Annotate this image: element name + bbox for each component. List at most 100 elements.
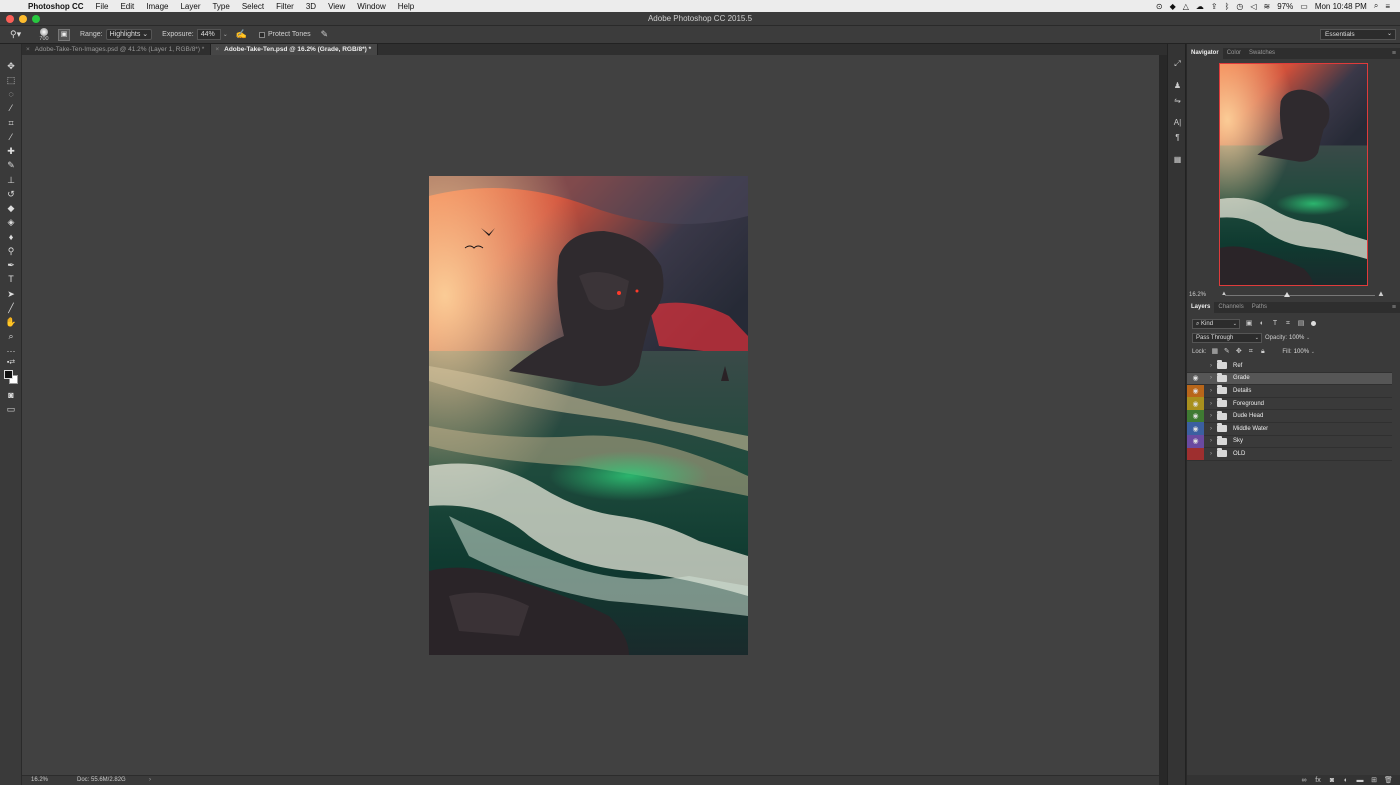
screen-mode-icon[interactable]: ▭ [3,403,19,415]
visibility-toggle[interactable] [1187,360,1204,373]
foreground-color-swatch[interactable] [4,370,13,379]
layer-row-details[interactable]: ◉ › Details [1187,384,1392,398]
close-tab-icon[interactable]: × [26,46,30,53]
lock-image-icon[interactable]: ✎ [1223,348,1230,355]
history-panel-icon[interactable]: ⤢ [1171,58,1184,70]
navigator-thumbnail[interactable] [1219,63,1368,286]
panel-menu-icon[interactable]: ≡ [1392,50,1396,57]
lock-position-icon[interactable]: ✥ [1235,348,1242,355]
fill-chevron-icon[interactable]: ⌄ [1311,349,1315,355]
protect-tones-checkbox[interactable]: Protect Tones [258,31,311,38]
layer-row-ref[interactable]: › Ref [1187,360,1392,373]
brush-panel-toggle-icon[interactable]: ▣ [58,28,70,41]
dropbox-icon[interactable]: ◆ [1170,2,1176,11]
clock[interactable]: Mon 10:48 PM [1315,2,1367,11]
layer-row-old[interactable]: › OLD [1187,447,1392,461]
navigator-zoom-slider[interactable] [1225,295,1375,296]
filter-type-icon[interactable]: T [1271,320,1279,328]
history-brush-tool-icon[interactable]: ↺ [3,188,19,200]
volume-icon[interactable]: ◁ [1250,2,1256,11]
menu-window[interactable]: Window [351,2,391,11]
navigator-zoom-value[interactable]: 16.2% [1189,292,1206,298]
expand-group-chevron-icon[interactable]: › [1207,363,1215,369]
expand-group-chevron-icon[interactable]: › [1207,375,1215,381]
quick-mask-icon[interactable]: ◙ [3,389,19,401]
panel-menu-icon[interactable]: ≡ [1392,304,1396,311]
dodge-tool-preset-icon[interactable]: ⚲▾ [10,29,32,40]
character-panel-icon[interactable]: A| [1171,117,1184,129]
lasso-tool-icon[interactable]: ◌ [3,88,19,100]
expand-group-chevron-icon[interactable]: › [1207,438,1215,444]
add-mask-icon[interactable]: ◙ [1328,777,1336,784]
status-menu-arrow[interactable]: › [149,776,151,785]
filter-toggle-icon[interactable] [1311,321,1316,326]
blur-tool-icon[interactable]: ♦ [3,231,19,243]
new-adjustment-layer-icon[interactable]: ◐ [1342,777,1350,784]
tab-document-2[interactable]: × Adobe-Take-Ten.psd @ 16.2% (Grade, RGB… [211,44,379,55]
document-size[interactable]: Doc: 55.6M/2.82G [77,776,126,785]
menu-layer[interactable]: Layer [174,2,206,11]
menu-file[interactable]: File [90,2,115,11]
menu-view[interactable]: View [322,2,351,11]
link-layers-icon[interactable]: ∞ [1300,777,1308,784]
new-layer-icon[interactable]: ⊞ [1370,776,1378,784]
actions-panel-icon[interactable]: ♟ [1171,80,1184,92]
tablet-pressure-icon[interactable]: ✎ [321,29,329,40]
zoom-in-icon[interactable]: ▲ [1377,289,1385,298]
share-icon[interactable]: ⇪ [1211,2,1218,11]
lock-transparent-icon[interactable]: ▦ [1211,348,1219,355]
more-tools-icon[interactable]: ··· [3,345,19,357]
menu-help[interactable]: Help [392,2,420,11]
menu-filter[interactable]: Filter [270,2,300,11]
tab-channels[interactable]: Channels [1214,302,1247,313]
bluetooth-icon[interactable]: ᛒ [1225,2,1230,11]
expand-group-chevron-icon[interactable]: › [1207,401,1215,407]
spotlight-icon[interactable]: ⌕ [1374,1,1378,11]
menu-type[interactable]: Type [206,2,235,11]
expand-group-chevron-icon[interactable]: › [1207,451,1215,457]
move-tool-icon[interactable]: ✥ [3,60,19,72]
zoom-out-icon[interactable]: ▲ [1221,291,1227,297]
hand-tool-icon[interactable]: ✋ [3,316,19,328]
clone-stamp-tool-icon[interactable]: ⊥ [3,174,19,186]
brush-tool-icon[interactable]: ✎ [3,159,19,171]
menu-3d[interactable]: 3D [300,2,322,11]
expand-group-chevron-icon[interactable]: › [1207,413,1215,419]
brush-preset-picker[interactable]: 700 [32,27,56,43]
menu-photoshop[interactable]: Photoshop CC [22,2,90,11]
document-canvas[interactable] [429,176,748,655]
pen-tool-icon[interactable]: ✒ [3,259,19,271]
expand-group-chevron-icon[interactable]: › [1207,388,1215,394]
fill-field[interactable]: 100% [1294,349,1310,355]
filter-kind-select[interactable]: ⌕ Kind ⌄ [1192,318,1240,329]
filter-adjustment-icon[interactable]: ◐ [1258,320,1266,328]
healing-brush-tool-icon[interactable]: ✚ [3,145,19,157]
filter-pixel-icon[interactable]: ▣ [1245,320,1253,328]
exposure-slider-chevron-icon[interactable]: ⌄ [223,31,228,38]
paragraph-panel-icon[interactable]: ¶ [1171,132,1184,144]
eyedropper-tool-icon[interactable]: ⁄ [3,131,19,143]
layer-row-foreground[interactable]: ◉ › Foreground [1187,397,1392,411]
tab-document-1[interactable]: × Adobe-Take-Ten-Images.psd @ 41.2% (Lay… [22,44,212,55]
visibility-toggle[interactable]: ◉ [1187,397,1204,410]
filter-smart-object-icon[interactable]: ▤ [1297,320,1305,328]
zoom-level[interactable]: 16.2% [31,776,48,785]
layer-row-dude-head[interactable]: ◉ › Dude Head [1187,409,1392,423]
visibility-toggle[interactable] [1187,447,1204,461]
range-select[interactable]: Highlights ⌄ [105,29,153,40]
battery-icon[interactable]: ▭ [1300,2,1308,11]
visibility-toggle[interactable]: ◉ [1187,422,1204,436]
airbrush-icon[interactable]: ✍ [236,29,247,40]
adjustments-panel-icon[interactable]: ⇋ [1171,95,1184,107]
wifi-icon[interactable]: ≋ [1264,2,1271,11]
visibility-toggle[interactable]: ◉ [1187,384,1204,398]
menu-image[interactable]: Image [140,2,174,11]
lock-all-icon[interactable]: 🔒︎ [1259,348,1266,355]
navigator-zoom-knob[interactable] [1284,292,1290,297]
lock-artboard-icon[interactable]: ⌗ [1247,348,1254,355]
visibility-toggle[interactable]: ◉ [1187,435,1204,448]
creative-cloud-icon[interactable]: ⊙ [1156,2,1163,11]
close-tab-icon[interactable]: × [215,46,219,53]
workspace-select[interactable]: Essentials ⌄ [1320,29,1396,40]
blend-mode-select[interactable]: Pass Through ⌄ [1192,332,1262,343]
